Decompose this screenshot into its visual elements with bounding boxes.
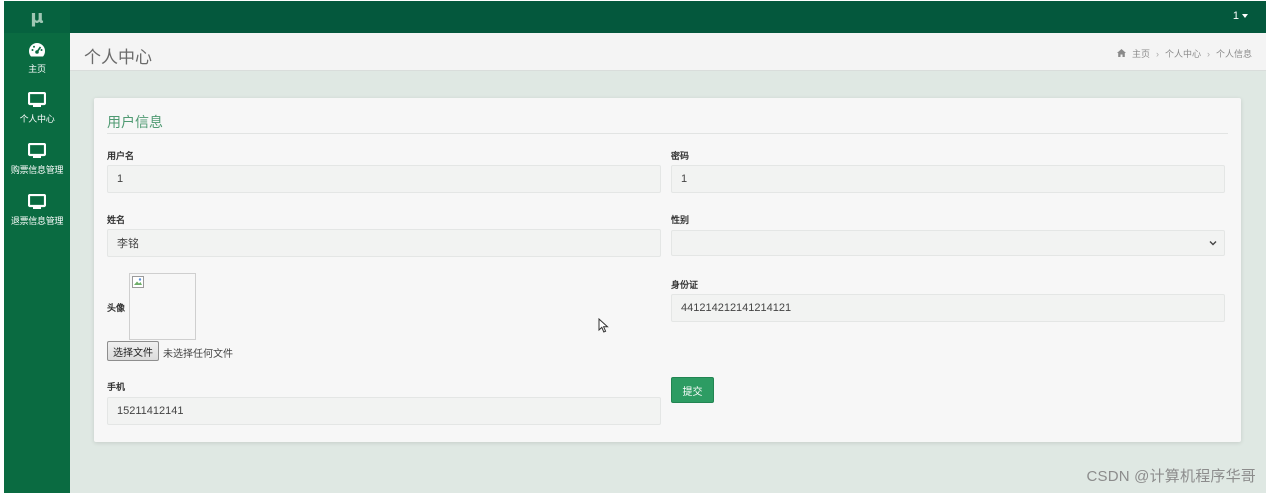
sidebar-item-home[interactable]: 主页 [4, 41, 70, 87]
user-menu-label: 1 [1232, 10, 1239, 22]
avatar-label: 头像 [107, 303, 126, 313]
breadcrumb-separator-icon: › [1206, 48, 1210, 59]
page-title: 个人中心 [84, 48, 152, 67]
card-title: 用户信息 [107, 114, 163, 130]
user-info-card: 用户信息 用户名 1 姓名 李铭 头像 选择文件 未选择任何文件 手机 1521… [94, 98, 1241, 442]
file-status-text: 未选择任何文件 [163, 349, 233, 360]
monitor-icon [28, 193, 46, 211]
breadcrumb-home[interactable]: 主页 [1132, 47, 1150, 60]
broken-image-icon [132, 276, 144, 288]
page-header: 个人中心 主页 › 个人中心 › 个人信息 [70, 33, 1266, 71]
breadcrumb: 主页 › 个人中心 › 个人信息 [1116, 47, 1252, 60]
user-menu[interactable]: 1 [1233, 10, 1248, 22]
app-frame: μ 1 主页 个人中心 购票信息管理 退票信息管理 个人中心 主页 › 个人中心… [4, 1, 1266, 493]
dashboard-icon [28, 41, 46, 59]
main-content: 个人中心 主页 › 个人中心 › 个人信息 用户信息 用户名 1 姓名 李铭 头… [70, 33, 1266, 493]
password-label: 密码 [671, 151, 690, 161]
gender-label: 性别 [671, 215, 690, 225]
monitor-icon [28, 91, 46, 109]
id-card-field[interactable]: 441214212141214121 [671, 294, 1225, 322]
sidebar: 主页 个人中心 购票信息管理 退票信息管理 [4, 33, 70, 493]
choose-file-button[interactable]: 选择文件 [107, 341, 159, 361]
password-field[interactable]: 1 [671, 165, 1225, 193]
name-field[interactable]: 李铭 [107, 229, 661, 257]
phone-label: 手机 [107, 382, 126, 392]
submit-button[interactable]: 提交 [671, 377, 714, 403]
id-card-label: 身份证 [671, 280, 699, 290]
caret-down-icon [1242, 14, 1248, 18]
sidebar-item-ticket-refund[interactable]: 退票信息管理 [4, 193, 70, 239]
app-logo[interactable]: μ [4, 1, 70, 33]
sidebar-item-label: 个人中心 [19, 114, 55, 124]
logo-text: μ [30, 6, 44, 28]
monitor-icon [28, 142, 46, 160]
sidebar-item-ticket-purchase[interactable]: 购票信息管理 [4, 142, 70, 188]
chevron-down-icon [1209, 241, 1217, 246]
sidebar-item-label: 主页 [28, 64, 46, 74]
top-navbar: μ 1 [4, 1, 1266, 33]
avatar-image [129, 273, 196, 340]
breadcrumb-personal-center[interactable]: 个人中心 [1165, 47, 1201, 60]
username-label: 用户名 [107, 151, 135, 161]
mouse-cursor-icon [598, 318, 609, 333]
breadcrumb-current: 个人信息 [1215, 49, 1252, 59]
home-icon [1116, 48, 1126, 59]
watermark: CSDN @计算机程序华哥 [1086, 468, 1256, 485]
name-label: 姓名 [107, 215, 126, 225]
breadcrumb-separator-icon: › [1155, 48, 1159, 59]
sidebar-item-personal-center[interactable]: 个人中心 [4, 91, 70, 137]
divider [107, 133, 1228, 134]
sidebar-item-label: 购票信息管理 [10, 165, 64, 175]
phone-field[interactable]: 15211412141 [107, 397, 661, 425]
gender-select[interactable] [671, 230, 1225, 256]
sidebar-item-label: 退票信息管理 [10, 216, 64, 226]
username-field[interactable]: 1 [107, 165, 661, 193]
